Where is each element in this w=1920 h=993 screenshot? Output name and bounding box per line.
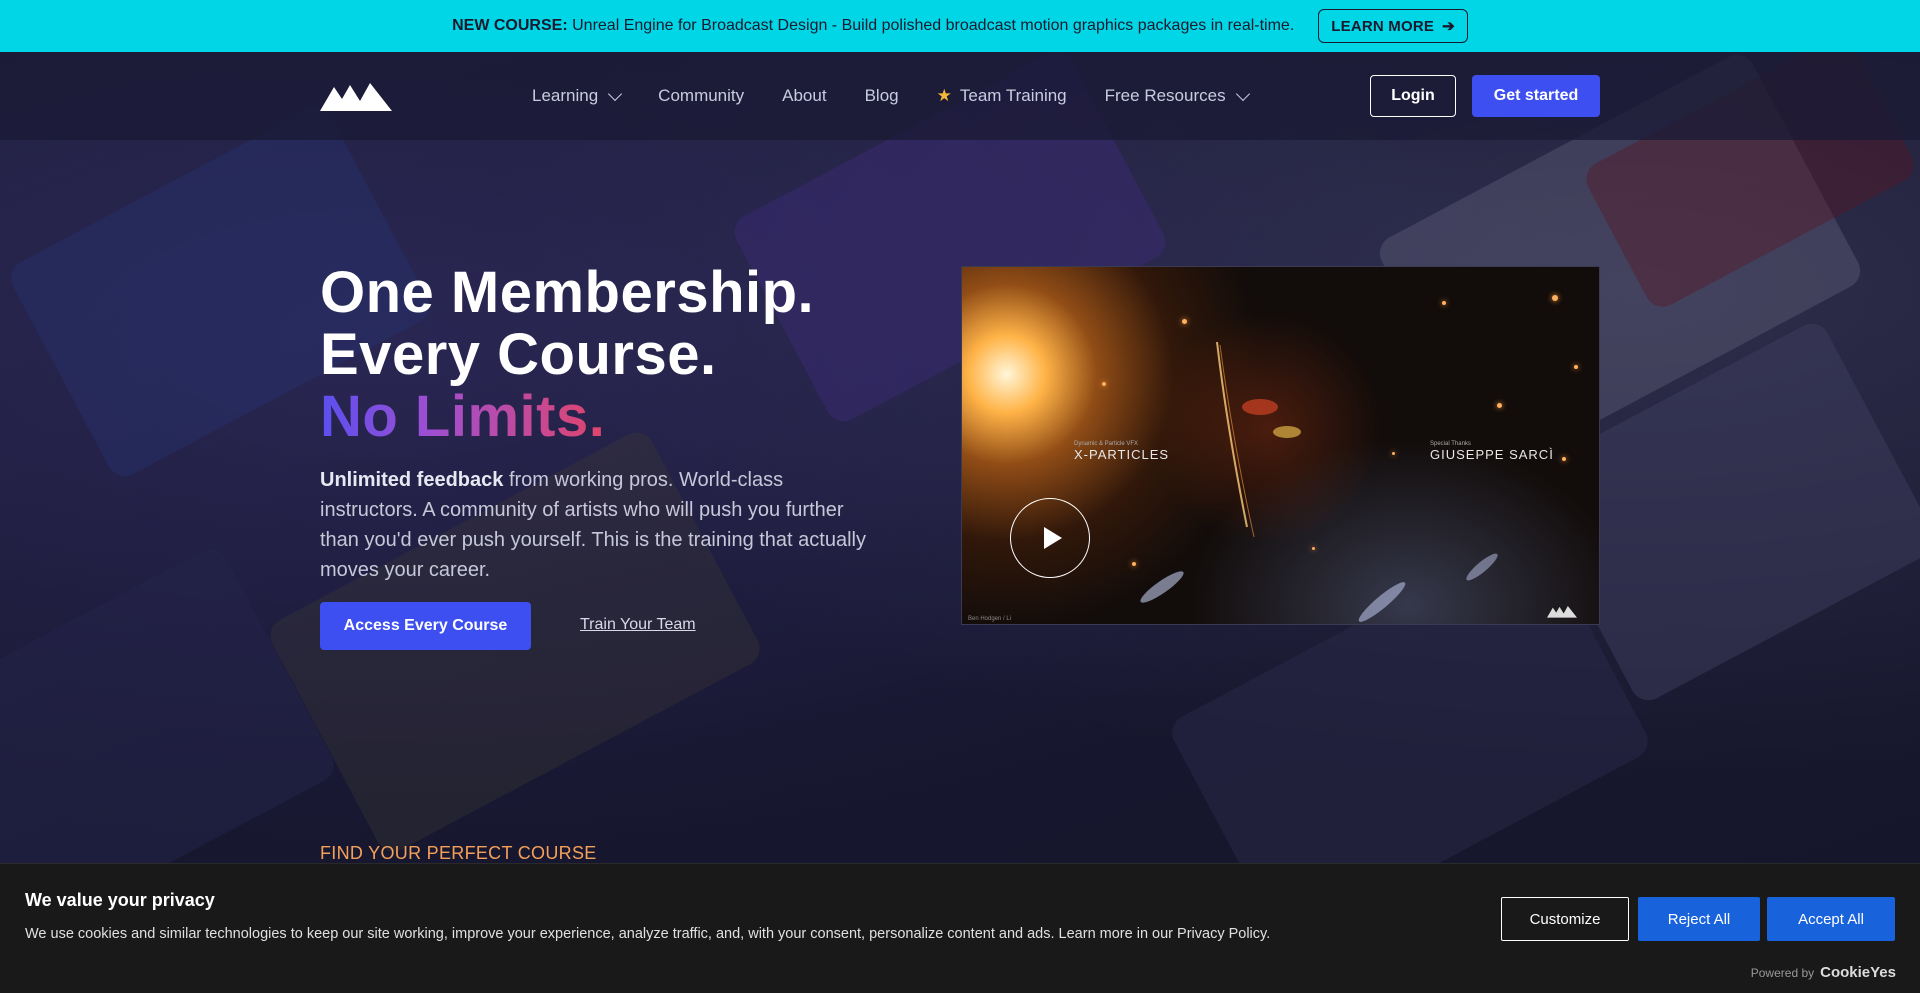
logo-icon[interactable]: [320, 79, 392, 111]
spark: [1562, 457, 1566, 461]
spark: [1182, 319, 1187, 324]
hero-background: [0, 52, 1920, 993]
login-button[interactable]: Login: [1370, 75, 1456, 117]
arrow-right-icon: ➔: [1442, 18, 1455, 35]
get-started-button[interactable]: Get started: [1472, 75, 1600, 117]
nav-item-label: Team Training: [959, 86, 1067, 105]
accept-all-button[interactable]: Accept All: [1767, 897, 1895, 941]
nav-item-label: Learning: [532, 86, 599, 105]
nav-item-label: Free Resources: [1104, 86, 1226, 105]
nav-item-free-resources[interactable]: Free Resources: [1104, 86, 1250, 106]
learn-more-label: LEARN MORE: [1331, 17, 1435, 35]
hero-video[interactable]: Dynamic & Particle VFX X-PARTICLES Speci…: [961, 266, 1600, 625]
cookie-banner: We value your privacy We use cookies and…: [0, 863, 1920, 993]
chevron-down-icon: [608, 86, 623, 101]
announcement-text: NEW COURSE: Unreal Engine for Broadcast …: [452, 17, 1294, 35]
spark: [1102, 382, 1106, 386]
announcement-bar: NEW COURSE: Unreal Engine for Broadcast …: [0, 0, 1920, 52]
nav-item-label: Blog: [864, 86, 899, 105]
customize-button[interactable]: Customize: [1501, 897, 1629, 941]
spark: [1392, 452, 1395, 455]
powered-by: Powered by CookieYes: [1751, 964, 1896, 981]
learn-more-button[interactable]: LEARN MORE ➔: [1318, 9, 1468, 43]
spark: [1574, 365, 1578, 369]
video-credit-right: Special Thanks GIUSEPPE SARCÌ: [1430, 441, 1554, 462]
announcement-body: Unreal Engine for Broadcast Design - Bui…: [572, 17, 1295, 34]
video-watermark-icon: [1547, 606, 1577, 618]
video-caption: Ben Hodgen / Li: [968, 616, 1012, 622]
cookie-text: We use cookies and similar technologies …: [25, 926, 1271, 942]
play-button[interactable]: [1010, 498, 1090, 578]
headline-line-2: Every Course.: [320, 322, 717, 387]
main-nav: Learning Community About Blog ★ Team Tra…: [0, 52, 1920, 140]
nav-item-blog[interactable]: Blog: [865, 86, 899, 106]
nav-item-label: Community: [658, 86, 745, 105]
credit-right-name: GIUSEPPE SARCÌ: [1430, 447, 1554, 462]
nav-menu: Learning Community About Blog ★ Team Tra…: [532, 52, 1250, 140]
spark: [1312, 547, 1315, 550]
access-every-course-button[interactable]: Access Every Course: [320, 602, 531, 650]
nav-item-community[interactable]: Community: [658, 86, 744, 106]
star-icon: ★: [936, 86, 952, 105]
spark: [1132, 562, 1136, 566]
announcement-label: NEW COURSE:: [452, 17, 568, 34]
nav-item-team-training[interactable]: ★ Team Training: [937, 86, 1067, 106]
headline-line-3: No Limits.: [320, 384, 606, 449]
nav-item-label: About: [782, 86, 827, 105]
play-icon: [1043, 527, 1062, 549]
cookieyes-logo[interactable]: CookieYes: [1820, 964, 1896, 981]
headline-line-1: One Membership.: [320, 260, 815, 325]
hero-subtext-bold: Unlimited feedback: [320, 469, 504, 491]
powered-by-label: Powered by: [1750, 966, 1815, 980]
hero-headline: One Membership. Every Course. No Limits.: [320, 262, 814, 448]
reject-all-button[interactable]: Reject All: [1638, 897, 1760, 941]
find-course-label: FIND YOUR PERFECT COURSE: [320, 843, 597, 863]
nav-item-about[interactable]: About: [782, 86, 826, 106]
cookie-title: We value your privacy: [25, 890, 215, 910]
nav-item-learning[interactable]: Learning: [532, 86, 623, 106]
credit-left-name: X-PARTICLES: [1074, 447, 1170, 462]
spark: [1552, 295, 1558, 301]
spark: [1442, 301, 1446, 305]
spark: [1497, 403, 1502, 408]
hero-subtext: Unlimited feedback from working pros. Wo…: [320, 465, 880, 585]
chevron-down-icon: [1235, 86, 1250, 101]
video-credit-left: Dynamic & Particle VFX X-PARTICLES: [1074, 441, 1169, 462]
train-your-team-link[interactable]: Train Your Team: [580, 616, 696, 634]
